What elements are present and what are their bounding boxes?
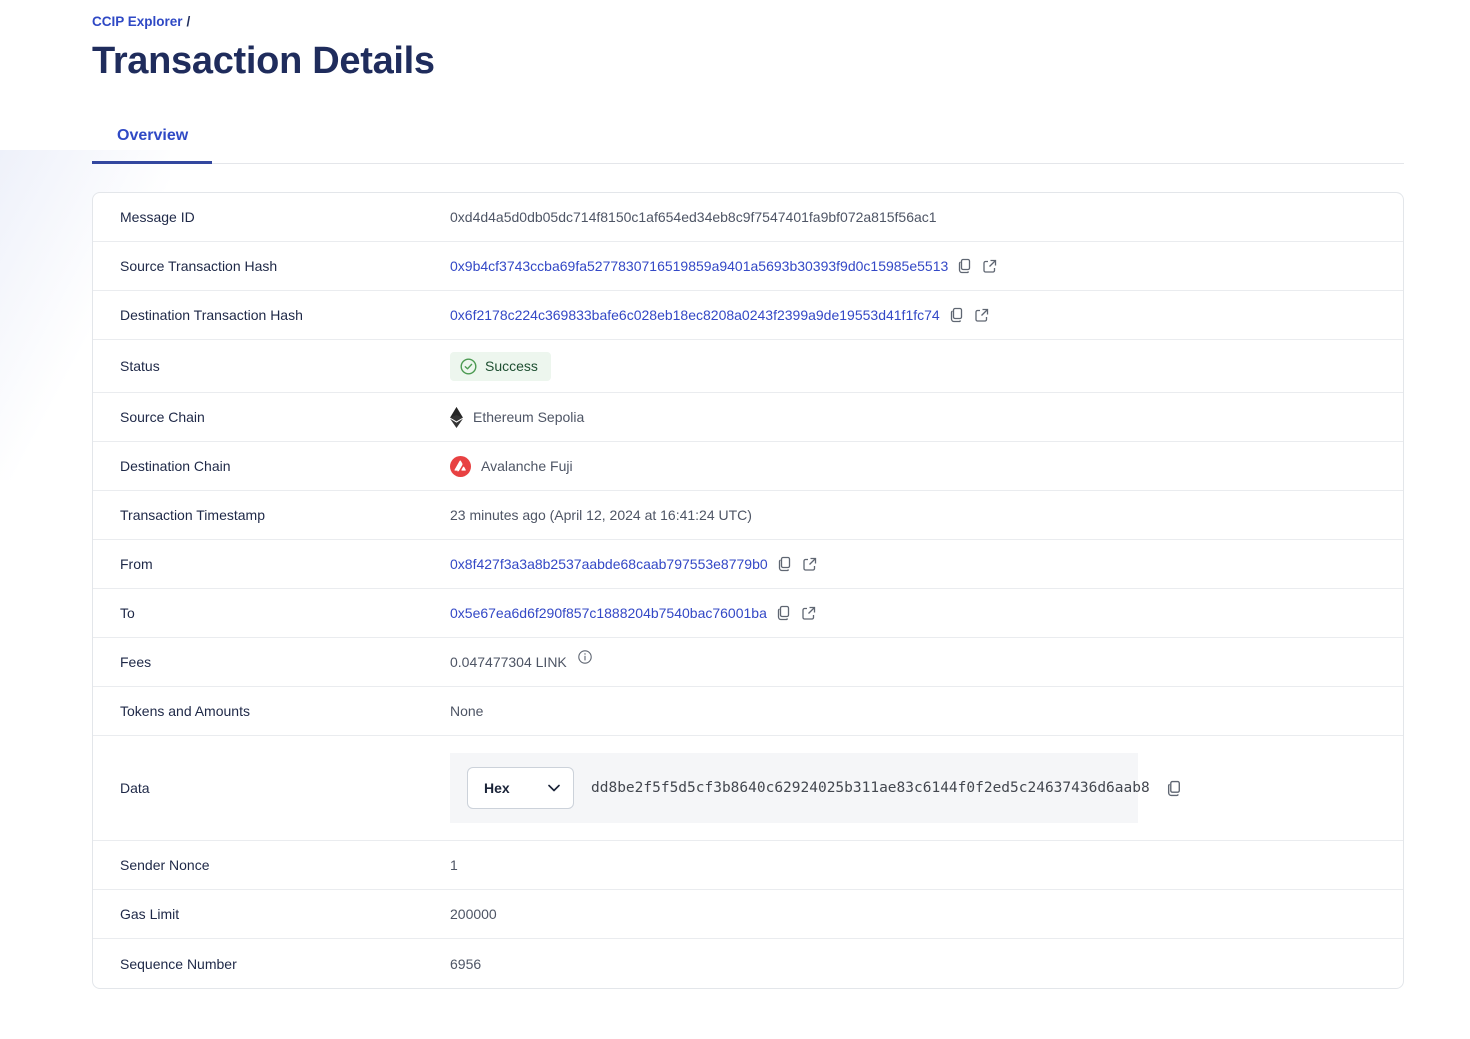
data-hex-container: Hex dd8be2f5f5d5cf3b8640c62924025b311ae8… xyxy=(450,753,1138,823)
source-tx-hash-link[interactable]: 0x9b4cf3743ccba69fa5277830716519859a9401… xyxy=(450,258,948,274)
tab-bar: Overview xyxy=(92,117,1404,164)
row-label: Gas Limit xyxy=(93,906,450,922)
avalanche-icon xyxy=(450,456,471,477)
row-label: Transaction Timestamp xyxy=(93,507,450,523)
row-dest-chain: Destination Chain Avalanche Fuji xyxy=(93,442,1403,491)
breadcrumb-link-ccip-explorer[interactable]: CCIP Explorer xyxy=(92,14,183,29)
row-sender-nonce: Sender Nonce 1 xyxy=(93,841,1403,890)
status-badge-label: Success xyxy=(485,358,538,374)
row-label: Source Chain xyxy=(93,409,450,425)
row-source-chain: Source Chain Ethereum Sepolia xyxy=(93,393,1403,442)
source-chain-name: Ethereum Sepolia xyxy=(473,409,584,425)
external-link-icon[interactable] xyxy=(982,259,997,274)
row-to: To 0x5e67ea6d6f290f857c1888204b7540bac76… xyxy=(93,589,1403,638)
row-status: Status Success xyxy=(93,340,1403,393)
row-data: Data Hex dd8be2f5f5d5cf3b8640c62924025b3… xyxy=(93,736,1403,841)
status-badge: Success xyxy=(450,352,551,381)
row-label: Fees xyxy=(93,654,450,670)
row-tokens-and-amounts: Tokens and Amounts None xyxy=(93,687,1403,736)
row-label: Source Transaction Hash xyxy=(93,258,450,274)
row-fees: Fees 0.047477304 LINK xyxy=(93,638,1403,687)
row-source-tx-hash: Source Transaction Hash 0x9b4cf3743ccba6… xyxy=(93,242,1403,291)
row-gas-limit: Gas Limit 200000 xyxy=(93,890,1403,939)
from-address-link[interactable]: 0x8f427f3a3a8b2537aabde68caab797553e8779… xyxy=(450,556,768,572)
tokens-and-amounts-value: None xyxy=(450,703,483,719)
sequence-number-value: 6956 xyxy=(450,956,481,972)
row-label: Sender Nonce xyxy=(93,857,450,873)
data-format-selected: Hex xyxy=(484,780,510,796)
copy-icon[interactable] xyxy=(777,556,793,572)
breadcrumb: CCIP Explorer / xyxy=(92,14,1404,29)
copy-icon[interactable] xyxy=(776,605,792,621)
dest-tx-hash-link[interactable]: 0x6f2178c224c369833bafe6c028eb18ec8208a0… xyxy=(450,307,940,323)
gas-limit-value: 200000 xyxy=(450,906,497,922)
row-sequence-number: Sequence Number 6956 xyxy=(93,939,1403,988)
row-label: Message ID xyxy=(93,209,450,225)
copy-icon[interactable] xyxy=(949,307,965,323)
row-label: Destination Chain xyxy=(93,458,450,474)
row-dest-tx-hash: Destination Transaction Hash 0x6f2178c22… xyxy=(93,291,1403,340)
row-message-id: Message ID 0xd4d4a5d0db05dc714f8150c1af6… xyxy=(93,193,1403,242)
data-format-select[interactable]: Hex xyxy=(467,767,574,809)
fees-value: 0.047477304 LINK xyxy=(450,654,567,670)
tab-overview[interactable]: Overview xyxy=(92,117,212,164)
external-link-icon[interactable] xyxy=(801,606,816,621)
data-hex-value: dd8be2f5f5d5cf3b8640c62924025b311ae83c61… xyxy=(591,780,1150,796)
timestamp-value: 23 minutes ago (April 12, 2024 at 16:41:… xyxy=(450,507,752,523)
row-label: To xyxy=(93,605,450,621)
row-label: Tokens and Amounts xyxy=(93,703,450,719)
row-label: Data xyxy=(93,780,450,796)
external-link-icon[interactable] xyxy=(974,308,989,323)
row-label: Status xyxy=(93,358,450,374)
main-content: CCIP Explorer / Transaction Details Overv… xyxy=(92,0,1404,989)
row-label: Destination Transaction Hash xyxy=(93,307,450,323)
row-label: Sequence Number xyxy=(93,956,450,972)
info-icon[interactable] xyxy=(578,650,592,664)
copy-icon[interactable] xyxy=(1166,780,1183,797)
ethereum-icon xyxy=(450,407,463,428)
external-link-icon[interactable] xyxy=(802,557,817,572)
row-from: From 0x8f427f3a3a8b2537aabde68caab797553… xyxy=(93,540,1403,589)
dest-chain-name: Avalanche Fuji xyxy=(481,458,573,474)
breadcrumb-separator: / xyxy=(187,14,191,29)
chevron-down-icon xyxy=(548,784,560,792)
row-label: From xyxy=(93,556,450,572)
row-timestamp: Transaction Timestamp 23 minutes ago (Ap… xyxy=(93,491,1403,540)
dest-chain-cell: Avalanche Fuji xyxy=(450,456,573,477)
page-title: Transaction Details xyxy=(92,39,1404,83)
sender-nonce-value: 1 xyxy=(450,857,458,873)
to-address-link[interactable]: 0x5e67ea6d6f290f857c1888204b7540bac76001… xyxy=(450,605,767,621)
message-id-value: 0xd4d4a5d0db05dc714f8150c1af654ed34eb8c9… xyxy=(450,209,937,225)
transaction-details-table: Message ID 0xd4d4a5d0db05dc714f8150c1af6… xyxy=(92,192,1404,989)
source-chain-cell: Ethereum Sepolia xyxy=(450,407,584,428)
success-check-icon xyxy=(460,358,477,375)
copy-icon[interactable] xyxy=(957,258,973,274)
